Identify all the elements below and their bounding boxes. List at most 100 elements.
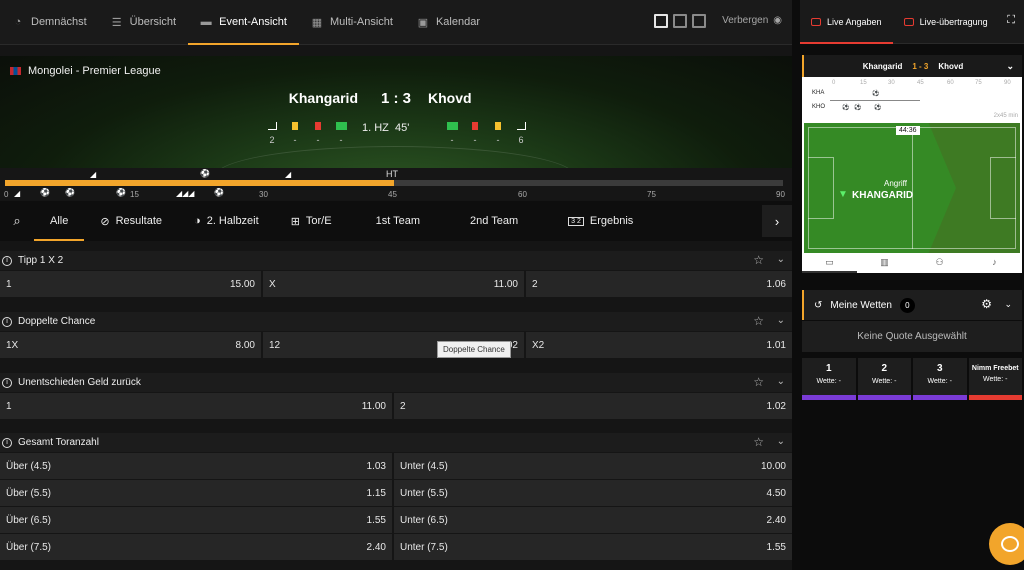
tab-live-info[interactable]: Live Angaben [800, 0, 893, 44]
chevron-down-icon[interactable]: ⌄ [1004, 299, 1012, 310]
odds-button[interactable]: 1 11.00 [0, 393, 392, 419]
odds-value: 10.00 [760, 460, 786, 472]
match-duration: 2x45 min [993, 113, 1018, 119]
odds-value: 1.02 [766, 400, 786, 412]
odds-value: 1.55 [766, 541, 786, 553]
info-icon[interactable]: i [2, 437, 12, 448]
halfway-line [912, 127, 913, 249]
goal-icon: ⚽ [40, 188, 50, 197]
market-header[interactable]: i Doppelte Chance ☆ ⌄ [0, 312, 792, 331]
odds-value: 15.00 [229, 278, 255, 290]
selection-label: X [269, 278, 276, 290]
market-header[interactable]: i Gesamt Toranzahl ☆ ⌄ [0, 433, 792, 452]
minute-mark: 0 [832, 80, 836, 86]
odds-button[interactable]: X2 1.01 [526, 332, 792, 358]
pitch-view-icon[interactable]: ▭ [802, 253, 857, 273]
star-icon[interactable]: ☆ [753, 253, 764, 267]
chevron-down-icon[interactable]: ⌄ [1006, 61, 1014, 72]
chevron-right-icon: › [774, 213, 780, 229]
tab-all[interactable]: Alle [34, 201, 85, 241]
lineups-icon[interactable]: ⚇ [912, 253, 967, 273]
tab-calendar[interactable]: ▣ Kalendar [405, 0, 492, 45]
chevron-down-icon[interactable]: ⌄ [777, 254, 785, 265]
odds-button[interactable]: Unter (5.5) 4.50 [394, 480, 792, 506]
compact-layout-icon[interactable] [692, 14, 706, 28]
odds-button[interactable]: Unter (6.5) 2.40 [394, 507, 792, 533]
tab-label: Kalendar [435, 16, 480, 28]
bet-slot-double[interactable]: 2 Wette: - [857, 358, 911, 400]
tab-event-view[interactable]: ▬ Event-Ansicht [188, 0, 299, 45]
info-icon[interactable]: i [2, 377, 12, 388]
list-layout-icon[interactable] [654, 14, 668, 28]
tab-overview[interactable]: ☰ Übersicht [99, 0, 188, 45]
odds-button[interactable]: Unter (4.5) 10.00 [394, 453, 792, 479]
star-icon[interactable]: ☆ [753, 375, 764, 389]
market-header[interactable]: i Tipp 1 X 2 ☆ ⌄ [0, 251, 792, 270]
odds-button[interactable]: X 11.00 [263, 271, 524, 297]
tracker-away-team: Khovd [938, 61, 964, 71]
tab-second-half[interactable]: ◑ 2. Halbzeit [178, 201, 275, 241]
fullscreen-icon[interactable]: ⛶ [1007, 14, 1015, 27]
empty-betslip-message: Keine Quote Ausgewählt [802, 321, 1022, 352]
tab-upcoming[interactable]: ◔ Demnächst [0, 0, 99, 45]
odds-button[interactable]: Über (4.5) 1.03 [0, 453, 392, 479]
odds-value: 1.55 [366, 514, 386, 526]
odds-button[interactable]: 2 1.02 [394, 393, 792, 419]
hide-toggle[interactable]: Verbergen ◉ [722, 15, 782, 26]
tab-results[interactable]: ⊘ Resultate [84, 201, 178, 241]
my-bets-header[interactable]: ↺ Meine Wetten 0 ⚙ ⌄ [802, 290, 1022, 320]
league-name: Mongolei - Premier League [28, 65, 161, 77]
microphone-icon[interactable]: ♪ [967, 253, 1022, 273]
gear-icon[interactable]: ⚙ [981, 297, 992, 311]
odds-button[interactable]: Über (6.5) 1.55 [0, 507, 392, 533]
chevron-down-icon[interactable]: ⌄ [777, 315, 785, 326]
star-icon[interactable]: ☆ [753, 435, 764, 449]
tick-label: 0 [4, 190, 9, 199]
info-icon[interactable]: i [2, 255, 12, 266]
odds-button[interactable]: Über (7.5) 2.40 [0, 534, 392, 560]
red-card-icon [472, 122, 478, 130]
minute-mark: 45 [917, 80, 924, 86]
bet-slot-freebet[interactable]: Nimm Freebet Wette: - [968, 358, 1022, 400]
history-icon: ↺ [814, 299, 823, 311]
more-tabs-button[interactable]: › [762, 205, 792, 237]
away-red: - [473, 135, 477, 145]
tab-goals[interactable]: ⊞ Tor/E [275, 201, 348, 241]
tab-label: Ergebnis [589, 215, 634, 227]
search-button[interactable]: ⌕ [0, 201, 34, 241]
tab-first-team[interactable]: 1st Team [348, 201, 436, 241]
away-stats: - - - 6 [447, 122, 526, 145]
tab-correct-score[interactable]: 3 2 Ergebnis [534, 201, 649, 241]
odds-button[interactable]: 1 15.00 [0, 271, 261, 297]
minute-mark: 60 [947, 80, 954, 86]
tick-label: 60 [518, 190, 527, 199]
bet-type-slots: 1 Wette: - 2 Wette: - 3 Wette: - Nimm Freeb… [802, 358, 1022, 400]
tab-live-stream[interactable]: Live-übertragung [893, 0, 999, 44]
info-icon[interactable]: i [2, 316, 12, 327]
corner-icon [267, 122, 277, 130]
bet-slot-single[interactable]: 1 Wette: - [802, 358, 856, 400]
calendar-icon: ▣ [417, 16, 429, 29]
odds-button[interactable]: Unter (7.5) 1.55 [394, 534, 792, 560]
stats-icon[interactable]: ▥ [857, 253, 912, 273]
bet-slot-triple[interactable]: 3 Wette: - [913, 358, 967, 400]
odds-button[interactable]: 1X 8.00 [0, 332, 261, 358]
goal-icon: ⚽ [872, 91, 880, 97]
home-stats: 2 - - - [267, 122, 347, 145]
tab-second-team[interactable]: 2nd Team [436, 201, 534, 241]
chevron-down-icon[interactable]: ⌄ [777, 376, 785, 387]
chevron-down-icon[interactable]: ⌄ [777, 436, 785, 447]
bets-count: 0 [899, 297, 915, 313]
chat-button[interactable] [989, 523, 1024, 565]
market-header[interactable]: i Unentschieden Geld zurück ☆ ⌄ [0, 373, 792, 392]
selection-label: Über (5.5) [6, 487, 52, 499]
penalty-box-left [808, 157, 834, 219]
grid-layout-icon[interactable] [673, 14, 687, 28]
eye-icon: ◉ [773, 15, 782, 26]
tab-multi-view[interactable]: ▦ Multi-Ansicht [299, 0, 405, 45]
odds-button[interactable]: 2 1.06 [526, 271, 792, 297]
goal-icon: ⚽ [874, 105, 882, 111]
star-icon[interactable]: ☆ [753, 314, 764, 328]
odds-button[interactable]: Über (5.5) 1.15 [0, 480, 392, 506]
odds-value: 1.15 [366, 487, 386, 499]
